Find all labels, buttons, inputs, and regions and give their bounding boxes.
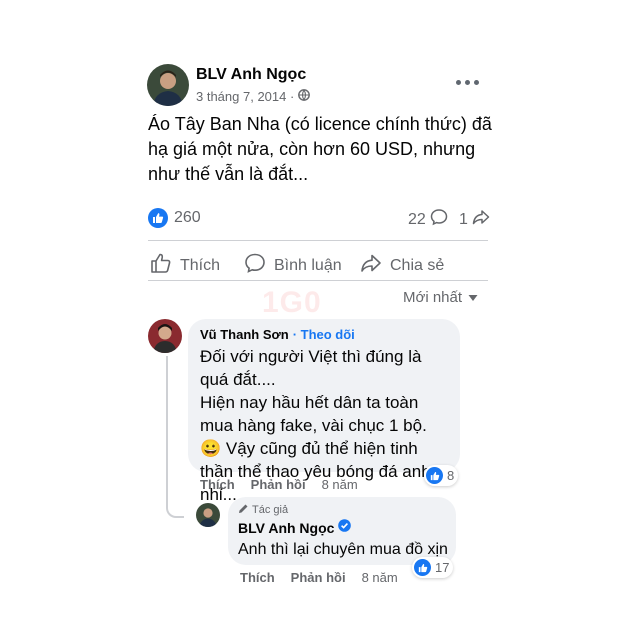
comment-reply-button[interactable]: Phản hồi — [251, 477, 306, 492]
reply-reply-button[interactable]: Phản hồi — [291, 570, 346, 585]
follow-link[interactable]: · Theo dõi — [293, 327, 355, 342]
divider-top — [148, 240, 488, 241]
globe-icon — [298, 89, 311, 104]
share-button-label: Chia sẻ — [390, 256, 445, 274]
post-author-avatar[interactable] — [147, 64, 189, 106]
like-button[interactable]: Thích — [150, 252, 220, 279]
reply-reactions[interactable]: 17 — [412, 557, 454, 578]
comment-reactions[interactable]: 8 — [424, 465, 459, 486]
reply-bubble: Tác giả BLV Anh Ngọc Anh thì lại chuyên … — [228, 497, 456, 565]
comment-text-line: Đối với người Việt thì đúng là quá đắt..… — [200, 347, 422, 389]
share-count-group[interactable]: 1 — [459, 208, 490, 231]
comment-button-label: Bình luận — [274, 256, 342, 274]
comment-actions: Thích Phản hồi 8 năm — [200, 477, 358, 492]
comment-bubble: Vũ Thanh Sơn · Theo dõi Đối với người Vi… — [188, 319, 460, 504]
thumbs-up-icon — [150, 252, 172, 279]
reply-reaction-count: 17 — [435, 560, 450, 575]
share-count: 1 — [459, 210, 468, 228]
author-badge-label: Tác giả — [252, 504, 289, 516]
watermark: 1G0 — [262, 286, 322, 320]
comment-time[interactable]: 8 năm — [322, 477, 358, 492]
reply-like-button[interactable]: Thích — [240, 570, 275, 585]
like-reaction-icon — [148, 208, 168, 228]
reply-header: BLV Anh Ngọc — [238, 519, 352, 537]
comment-button[interactable]: Bình luận — [244, 252, 342, 279]
like-count: 260 — [174, 209, 201, 226]
like-reaction-icon — [414, 559, 431, 576]
comment-icon — [244, 252, 266, 279]
post-author-name[interactable]: BLV Anh Ngọc — [196, 66, 306, 84]
commenter-avatar[interactable] — [148, 319, 182, 353]
share-icon — [360, 252, 382, 279]
post-meta: 3 tháng 7, 2014 · — [196, 89, 311, 104]
like-button-label: Thích — [180, 256, 221, 274]
reply-time[interactable]: 8 năm — [362, 570, 398, 585]
divider-bottom — [148, 280, 488, 281]
like-reaction-icon — [426, 467, 443, 484]
author-badge: Tác giả — [238, 503, 288, 517]
verified-badge-icon — [338, 519, 352, 537]
pencil-icon — [238, 503, 249, 517]
share-count-icon — [472, 208, 490, 231]
comment-like-button[interactable]: Thích — [200, 477, 235, 492]
comment-sort-label: Mới nhất — [403, 289, 463, 306]
more-options-icon[interactable] — [456, 80, 479, 85]
comment-count: 22 — [408, 210, 426, 228]
comment-reaction-count: 8 — [447, 468, 455, 483]
reply-thread-line — [166, 356, 184, 518]
share-button[interactable]: Chia sẻ — [360, 252, 444, 279]
comment-header: Vũ Thanh Sơn · Theo dõi — [200, 327, 355, 342]
reply-author[interactable]: BLV Anh Ngọc — [238, 520, 334, 536]
comment-count-icon — [430, 208, 448, 231]
reaction-summary[interactable]: 260 — [148, 208, 201, 228]
post-date[interactable]: 3 tháng 7, 2014 · — [196, 89, 294, 104]
comment-author[interactable]: Vũ Thanh Sơn — [200, 327, 289, 342]
watermark-logo: 1G0 — [262, 286, 322, 319]
comment-count-group[interactable]: 22 — [408, 208, 448, 231]
reply-author-avatar[interactable] — [196, 503, 220, 527]
post-text: Áo Tây Ban Nha (có licence chính thức) đ… — [148, 114, 492, 184]
reply-actions: Thích Phản hồi 8 năm — [240, 570, 398, 585]
comment-sort-dropdown[interactable]: Mới nhất — [403, 289, 478, 306]
chevron-down-icon — [468, 289, 478, 306]
